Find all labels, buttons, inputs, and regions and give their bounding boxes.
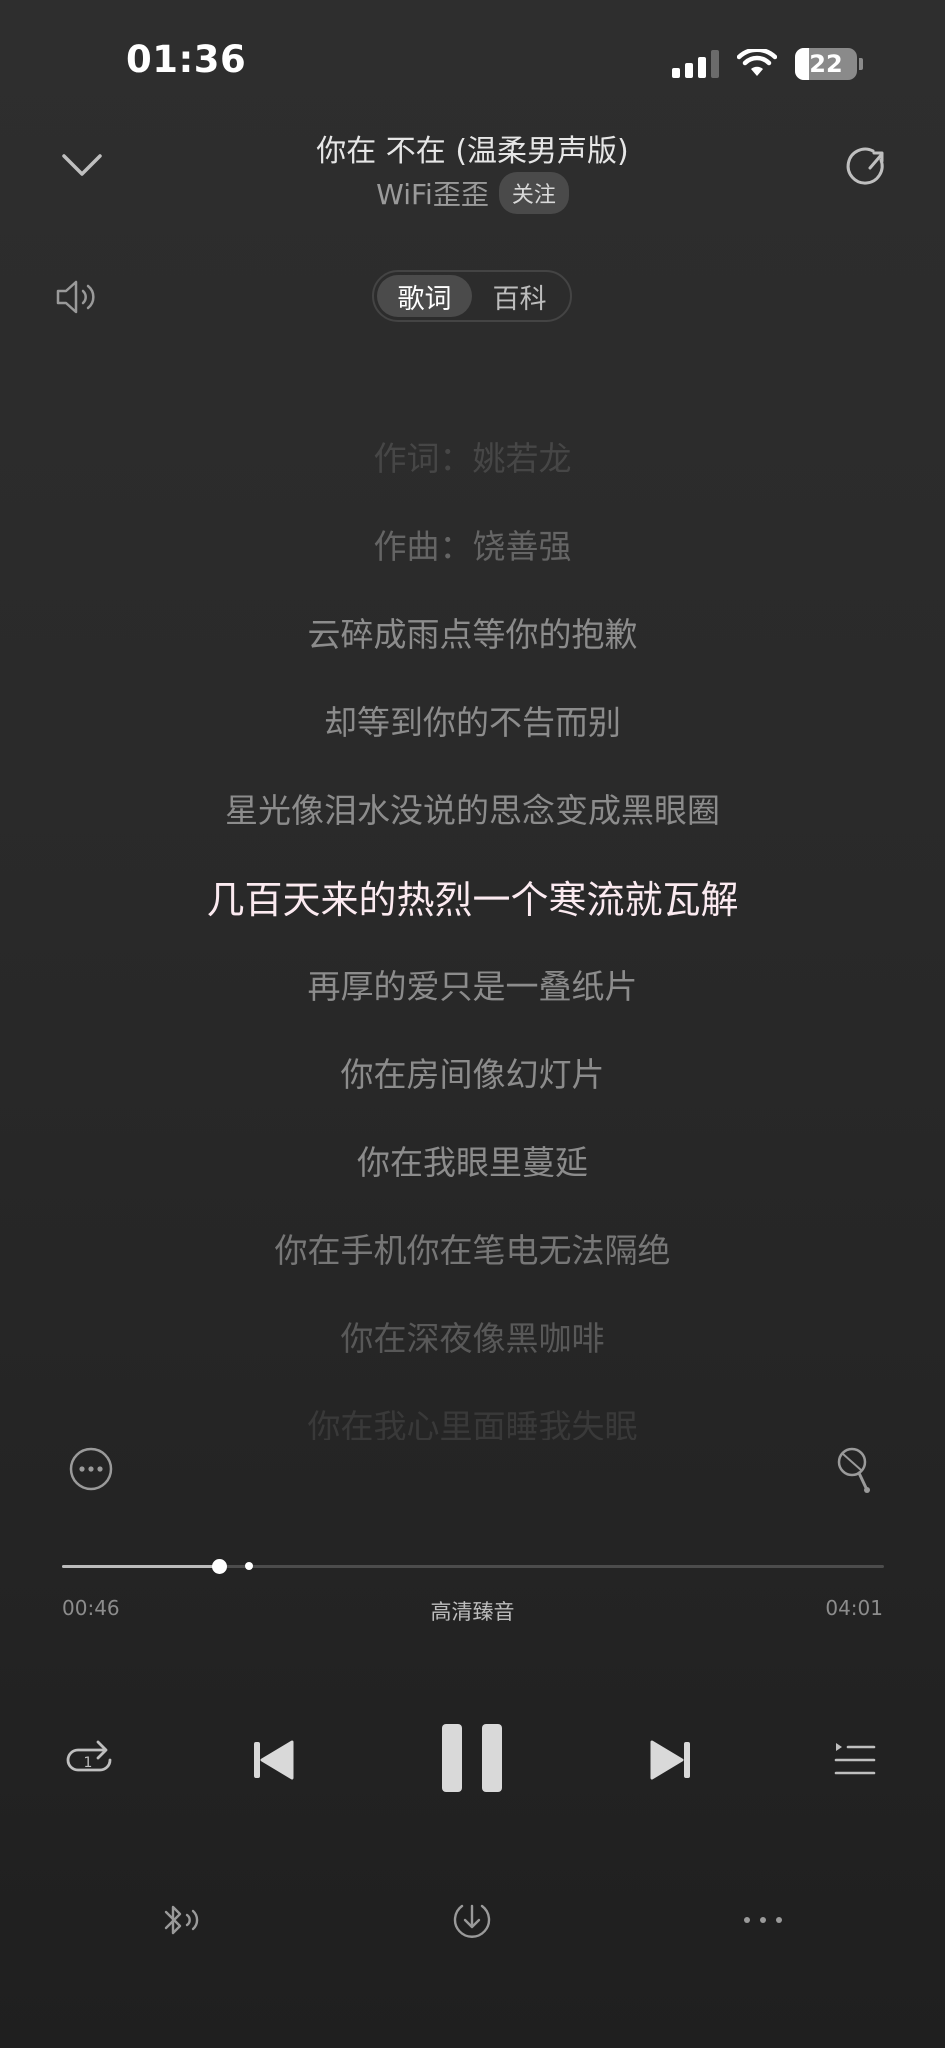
player-screen: 01:36 22 你在 不在 (温柔男声版) WiFi歪歪 关注 歌词 百科 作… — [0, 0, 945, 2048]
lyric-line[interactable]: 你在深夜像黑咖啡 — [0, 1312, 945, 1360]
speaker-icon[interactable] — [54, 276, 100, 318]
battery-icon: 22 — [795, 48, 857, 80]
download-icon[interactable] — [452, 1900, 492, 1940]
cellular-signal-icon — [672, 50, 719, 78]
lyric-line[interactable]: 作曲：饶善强 — [0, 520, 945, 568]
playlist-icon[interactable] — [834, 1740, 876, 1780]
current-lyric-line[interactable]: 几百天来的热烈一个寒流就瓦解 — [0, 869, 945, 924]
total-time: 04:01 — [825, 1596, 883, 1620]
lyric-line[interactable]: 你在我心里面睡我失眠 — [0, 1400, 945, 1440]
repeat-one-icon[interactable]: 1 — [64, 1736, 114, 1782]
lyric-line[interactable]: 云碎成雨点等你的抱歉 — [0, 608, 945, 656]
share-icon[interactable] — [843, 142, 893, 192]
artist-name[interactable]: WiFi歪歪 — [376, 173, 489, 213]
follow-button[interactable]: 关注 — [498, 172, 569, 214]
pause-icon[interactable] — [440, 1722, 504, 1794]
lyric-line[interactable]: 再厚的爱只是一叠纸片 — [0, 960, 945, 1008]
next-track-icon[interactable] — [648, 1738, 692, 1782]
song-title: 你在 不在 (温柔男声版) — [316, 134, 629, 169]
buffer-marker — [245, 1562, 254, 1570]
audio-quality-button[interactable]: 高清臻音 — [431, 1600, 515, 1624]
bluetooth-audio-icon[interactable] — [160, 1902, 204, 1938]
progress-fill — [62, 1565, 219, 1568]
battery-level: 22 — [809, 50, 843, 78]
lyric-line[interactable]: 你在手机你在笔电无法隔绝 — [0, 1224, 945, 1272]
lyric-line[interactable]: 星光像泪水没说的思念变成黑眼圈 — [0, 784, 945, 832]
lyric-line[interactable]: 作词：姚若龙 — [0, 432, 945, 480]
more-options-icon[interactable] — [68, 1446, 114, 1492]
progress-slider[interactable] — [62, 1559, 884, 1574]
more-menu-icon[interactable] — [742, 1910, 784, 1930]
view-tabs: 歌词 百科 — [372, 270, 572, 322]
lyric-line[interactable]: 你在我眼里蔓延 — [0, 1136, 945, 1184]
tab-lyrics[interactable]: 歌词 — [377, 275, 472, 317]
microphone-icon[interactable] — [833, 1446, 873, 1496]
progress-knob[interactable] — [212, 1559, 227, 1574]
lyrics-list[interactable]: 作词：姚若龙 作曲：饶善强 云碎成雨点等你的抱歉 却等到你的不告而别 星光像泪水… — [0, 420, 945, 1440]
audio-quality-label: 高清臻音 — [0, 1596, 945, 1626]
tab-encyclopedia[interactable]: 百科 — [472, 275, 567, 317]
previous-track-icon[interactable] — [252, 1738, 296, 1782]
artist-row: WiFi歪歪 关注 — [0, 172, 945, 214]
wifi-icon — [737, 49, 777, 76]
lyric-line[interactable]: 却等到你的不告而别 — [0, 696, 945, 744]
lyric-line[interactable]: 你在房间像幻灯片 — [0, 1048, 945, 1096]
status-icons: 22 — [672, 44, 863, 84]
svg-text:1: 1 — [84, 1755, 93, 1771]
status-time: 01:36 — [126, 38, 247, 81]
